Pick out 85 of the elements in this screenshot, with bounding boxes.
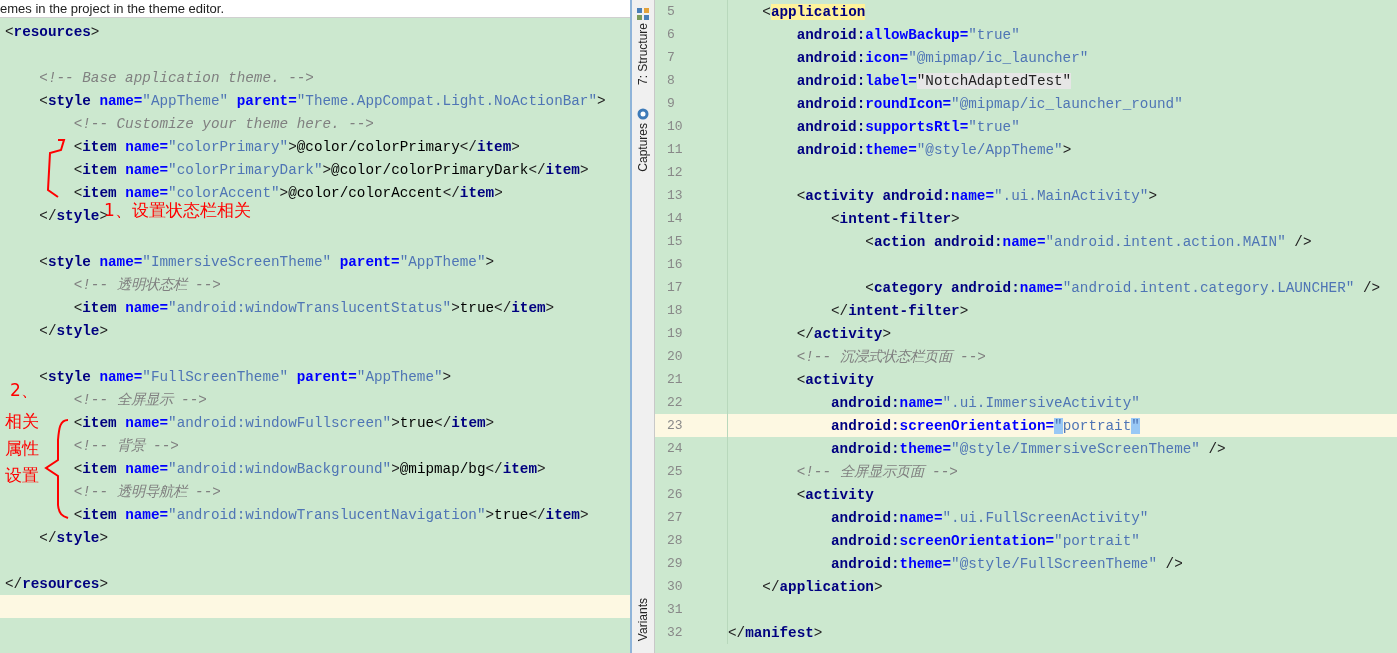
line-number: 6 xyxy=(666,27,676,42)
structure-icon xyxy=(637,8,649,20)
annotation-text: 设置 xyxy=(5,464,39,486)
line-number: 21 xyxy=(666,372,684,387)
code-line: <item name="colorPrimaryDark">@color/colorPrimaryDark</item> xyxy=(73,160,589,179)
line-number: 30 xyxy=(666,579,684,594)
line-number: 32 xyxy=(666,625,684,640)
code-line: <!-- 透明状态栏 --> xyxy=(73,275,221,294)
code-line: </style> xyxy=(39,207,108,225)
tool-window-button[interactable]: 7: Structure xyxy=(636,23,650,86)
annotation-text: 2、 xyxy=(10,379,38,401)
line-number: 24 xyxy=(666,441,684,456)
code-line: <!-- 透明导航栏 --> xyxy=(73,482,221,501)
code-line: </style> xyxy=(39,321,108,340)
hint-text: emes in the project in the theme editor. xyxy=(0,1,224,16)
annotation-text: 相关 xyxy=(5,410,39,432)
code-line: <!-- 全屏显示页面 --> xyxy=(796,462,958,481)
line-number: 23 xyxy=(666,418,684,433)
line-number: 20 xyxy=(666,349,684,364)
bracket-mark xyxy=(46,139,66,198)
line-number: 12 xyxy=(666,165,684,180)
code-line: </activity> xyxy=(796,324,892,343)
code-line: android:theme="@style/ImmersiveScreenTheme" /> xyxy=(830,439,1226,458)
code-line: <item name="android:windowFullscreen">true</item> xyxy=(73,413,495,432)
code-line: <item name="colorAccent">@color/colorAccent</item> xyxy=(73,183,503,202)
line-number: 28 xyxy=(666,533,684,548)
code-line: <item name="android:windowTranslucentNavigation">true</item> xyxy=(73,505,589,524)
code-line: android:name=".ui.FullScreenActivity" xyxy=(830,508,1149,527)
code-line: <!-- 全屏显示 --> xyxy=(73,390,207,409)
line-number: 8 xyxy=(666,73,676,88)
code-line: android:icon="@mipmap/ic_launcher" xyxy=(796,48,1089,67)
code-line: android:theme="@style/FullScreenTheme" /> xyxy=(830,554,1183,573)
line-number: 16 xyxy=(666,257,684,272)
line-number: 22 xyxy=(666,395,684,410)
code-line: android:supportsRtl="true" xyxy=(796,117,1020,136)
code-line: android:screenOrientation="portrait" xyxy=(830,531,1140,550)
code-line: android:roundIcon="@mipmap/ic_launcher_round" xyxy=(796,94,1183,113)
code-line: <item name="android:windowBackground">@mipmap/bg</item> xyxy=(73,459,546,478)
code-line: </manifest> xyxy=(728,623,823,642)
code-line: <activity xyxy=(796,485,874,504)
code-line: <item name="android:windowTranslucentStatus">true</item> xyxy=(73,298,555,317)
code-line: <activity android:name=".ui.MainActivity"> xyxy=(796,186,1158,205)
code-line: android:name=".ui.ImmersiveActivity" xyxy=(830,393,1140,412)
tool-window-button[interactable]: Captures xyxy=(636,123,650,172)
code-line: <application xyxy=(762,2,866,21)
code-line: android:label="NotchAdaptedTest" xyxy=(796,71,1072,90)
code-line: </resources> xyxy=(5,574,108,593)
line-number: 31 xyxy=(666,602,684,617)
line-number: 15 xyxy=(666,234,684,249)
tool-window-button[interactable]: Variants xyxy=(636,598,650,642)
code-line: android:allowBackup="true" xyxy=(796,25,1020,44)
code-line: <category android:name="android.intent.category.LAUNCHER" /> xyxy=(865,278,1381,297)
line-number: 11 xyxy=(666,142,684,157)
code-line: <style name="ImmersiveScreenTheme" parent="AppTheme"> xyxy=(39,252,495,271)
line-number: 26 xyxy=(666,487,684,502)
code-line: <!-- 沉浸式状态栏页面 --> xyxy=(796,347,986,366)
camera-icon xyxy=(637,108,649,120)
line-number: 18 xyxy=(666,303,684,318)
code-line: <action android:name="android.intent.action.MAIN" /> xyxy=(865,232,1312,251)
annotation-text: 属性 xyxy=(5,437,39,459)
code-line: </application> xyxy=(762,577,883,596)
line-number: 10 xyxy=(666,119,684,134)
line-number: 7 xyxy=(666,50,676,65)
code-line: <resources> xyxy=(5,22,100,41)
code-line: </style> xyxy=(39,528,108,547)
line-number: 19 xyxy=(666,326,684,341)
code-line: <intent-filter> xyxy=(830,209,960,228)
code-line: android:screenOrientation="portrait" xyxy=(830,416,1140,435)
line-number: 29 xyxy=(666,556,684,571)
line-number: 17 xyxy=(666,280,684,295)
code-line: </intent-filter> xyxy=(830,301,969,320)
code-line: android:theme="@style/AppTheme"> xyxy=(796,140,1072,159)
line-number: 9 xyxy=(666,96,676,111)
code-line: <style name="AppTheme" parent="Theme.AppCompat.Light.NoActionBar"> xyxy=(39,91,606,110)
line-number: 13 xyxy=(666,188,684,203)
line-number: 5 xyxy=(666,4,676,19)
code-line: <activity xyxy=(796,370,874,389)
code-line: <style name="FullScreenTheme" parent="AppTheme"> xyxy=(39,367,452,386)
code-line: <!-- Customize your theme here. --> xyxy=(73,114,374,133)
line-number: 25 xyxy=(666,464,684,479)
code-line: <item name="colorPrimary">@color/colorPrimary</item> xyxy=(73,137,520,156)
code-line: <!-- 背景 --> xyxy=(73,436,179,455)
line-number: 14 xyxy=(666,211,684,226)
line-number: 27 xyxy=(666,510,684,525)
code-line: <!-- Base application theme. --> xyxy=(39,68,314,87)
